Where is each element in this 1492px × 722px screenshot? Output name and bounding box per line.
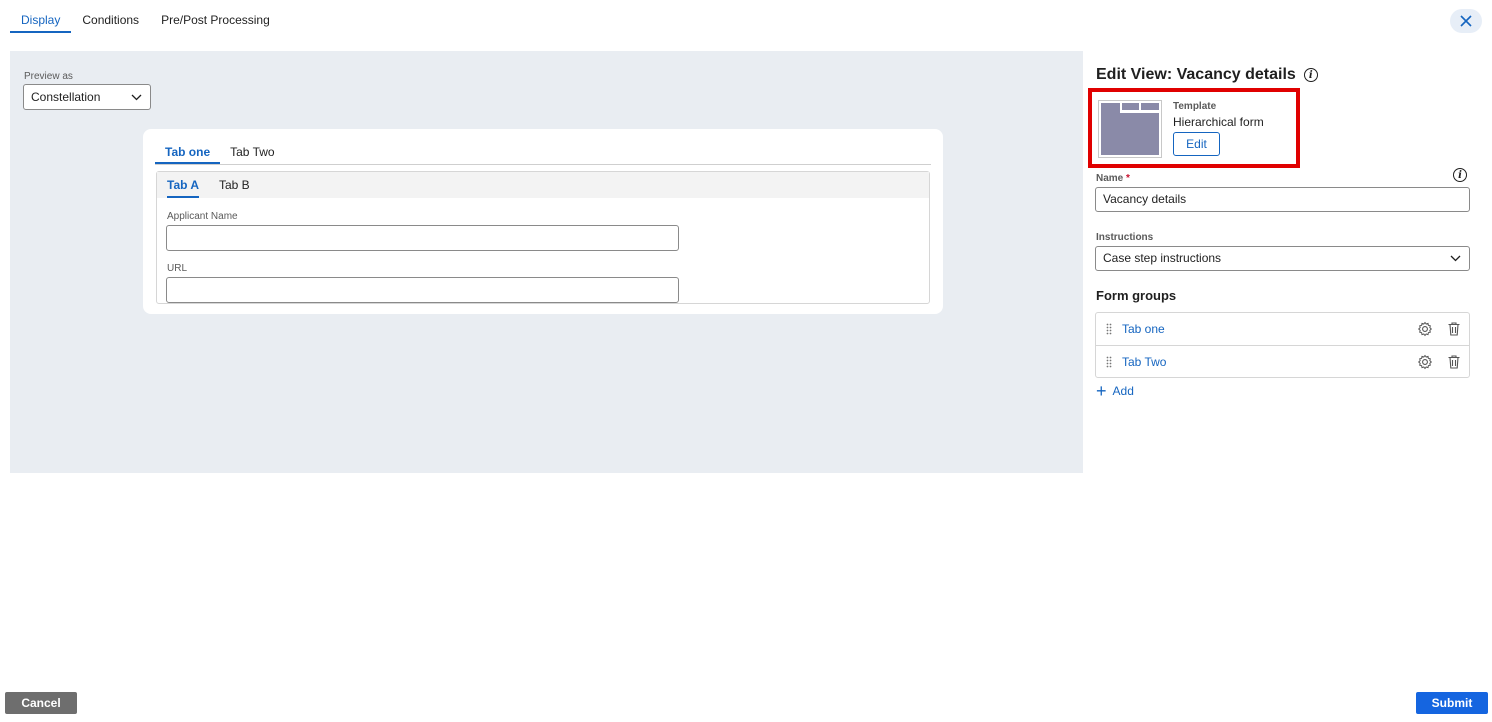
card-tab-one[interactable]: Tab one [155,142,221,164]
inner-tab-bar: Tab A Tab B [157,172,929,198]
form-group-link-tab-two[interactable]: Tab Two [1122,355,1166,369]
form-groups-title: Form groups [1096,288,1177,303]
template-highlight: Template Hierarchical form Edit [1088,88,1300,168]
name-label-text: Name [1096,173,1124,184]
drag-handle-icon[interactable] [1106,356,1112,368]
preview-card: Tab one Tab Two Tab A Tab B Applicant Na… [143,129,943,314]
panel-title-text: Edit View: Vacancy details [1096,66,1296,83]
url-label: URL [167,263,188,274]
trash-icon[interactable] [1446,321,1462,337]
required-mark: * [1126,173,1130,184]
panel-title: Edit View: Vacancy details i [1096,66,1318,84]
submit-button[interactable]: Submit [1416,692,1488,714]
name-label: Name * [1096,173,1130,184]
chevron-down-icon [1450,255,1461,262]
preview-as-value: Constellation [31,90,101,104]
instructions-select[interactable]: Case step instructions [1095,246,1470,271]
close-button[interactable] [1450,9,1482,33]
info-icon[interactable]: i [1303,68,1318,82]
template-edit-button[interactable]: Edit [1173,132,1220,156]
form-group-row: Tab Two [1096,345,1469,377]
gear-icon[interactable] [1417,321,1433,337]
inner-tab-b[interactable]: Tab B [209,172,260,198]
gear-icon[interactable] [1417,354,1433,370]
plus-icon: + [1096,381,1107,401]
card-tab-bar: Tab one Tab Two [155,142,931,165]
preview-area: Preview as Constellation Tab one Tab Two… [10,51,1083,473]
drag-handle-icon[interactable] [1106,323,1112,335]
form-group-link-tab-one[interactable]: Tab one [1122,322,1165,336]
template-label: Template [1173,101,1217,112]
template-value: Hierarchical form [1173,115,1264,129]
add-label: Add [1112,384,1134,398]
tab-display[interactable]: Display [10,8,72,33]
tab-conditions[interactable]: Conditions [71,8,150,33]
form-groups-list: Tab one Tab Two [1095,312,1470,378]
trash-icon[interactable] [1446,354,1462,370]
inner-tab-panel: Tab A Tab B Applicant Name URL [156,171,930,304]
name-info-icon[interactable]: i [1453,168,1467,182]
url-input[interactable] [166,277,679,303]
preview-as-select[interactable]: Constellation [23,84,151,110]
inner-tab-a[interactable]: Tab A [157,172,209,198]
close-icon [1460,15,1472,27]
template-thumbnail [1098,100,1162,158]
preview-as-label: Preview as [24,71,73,82]
cancel-button[interactable]: Cancel [5,692,77,714]
card-tab-two[interactable]: Tab Two [220,142,284,164]
add-form-group-button[interactable]: + Add [1096,381,1134,401]
applicant-name-input[interactable] [166,225,679,251]
chevron-down-icon [131,94,142,100]
form-group-row: Tab one [1096,313,1469,345]
tab-pre-post-processing[interactable]: Pre/Post Processing [150,8,281,33]
instructions-label: Instructions [1096,232,1154,243]
name-input[interactable]: Vacancy details [1095,187,1470,212]
instructions-value: Case step instructions [1103,251,1222,265]
applicant-name-label: Applicant Name [167,211,238,222]
top-tab-bar: Display Conditions Pre/Post Processing [10,8,281,33]
